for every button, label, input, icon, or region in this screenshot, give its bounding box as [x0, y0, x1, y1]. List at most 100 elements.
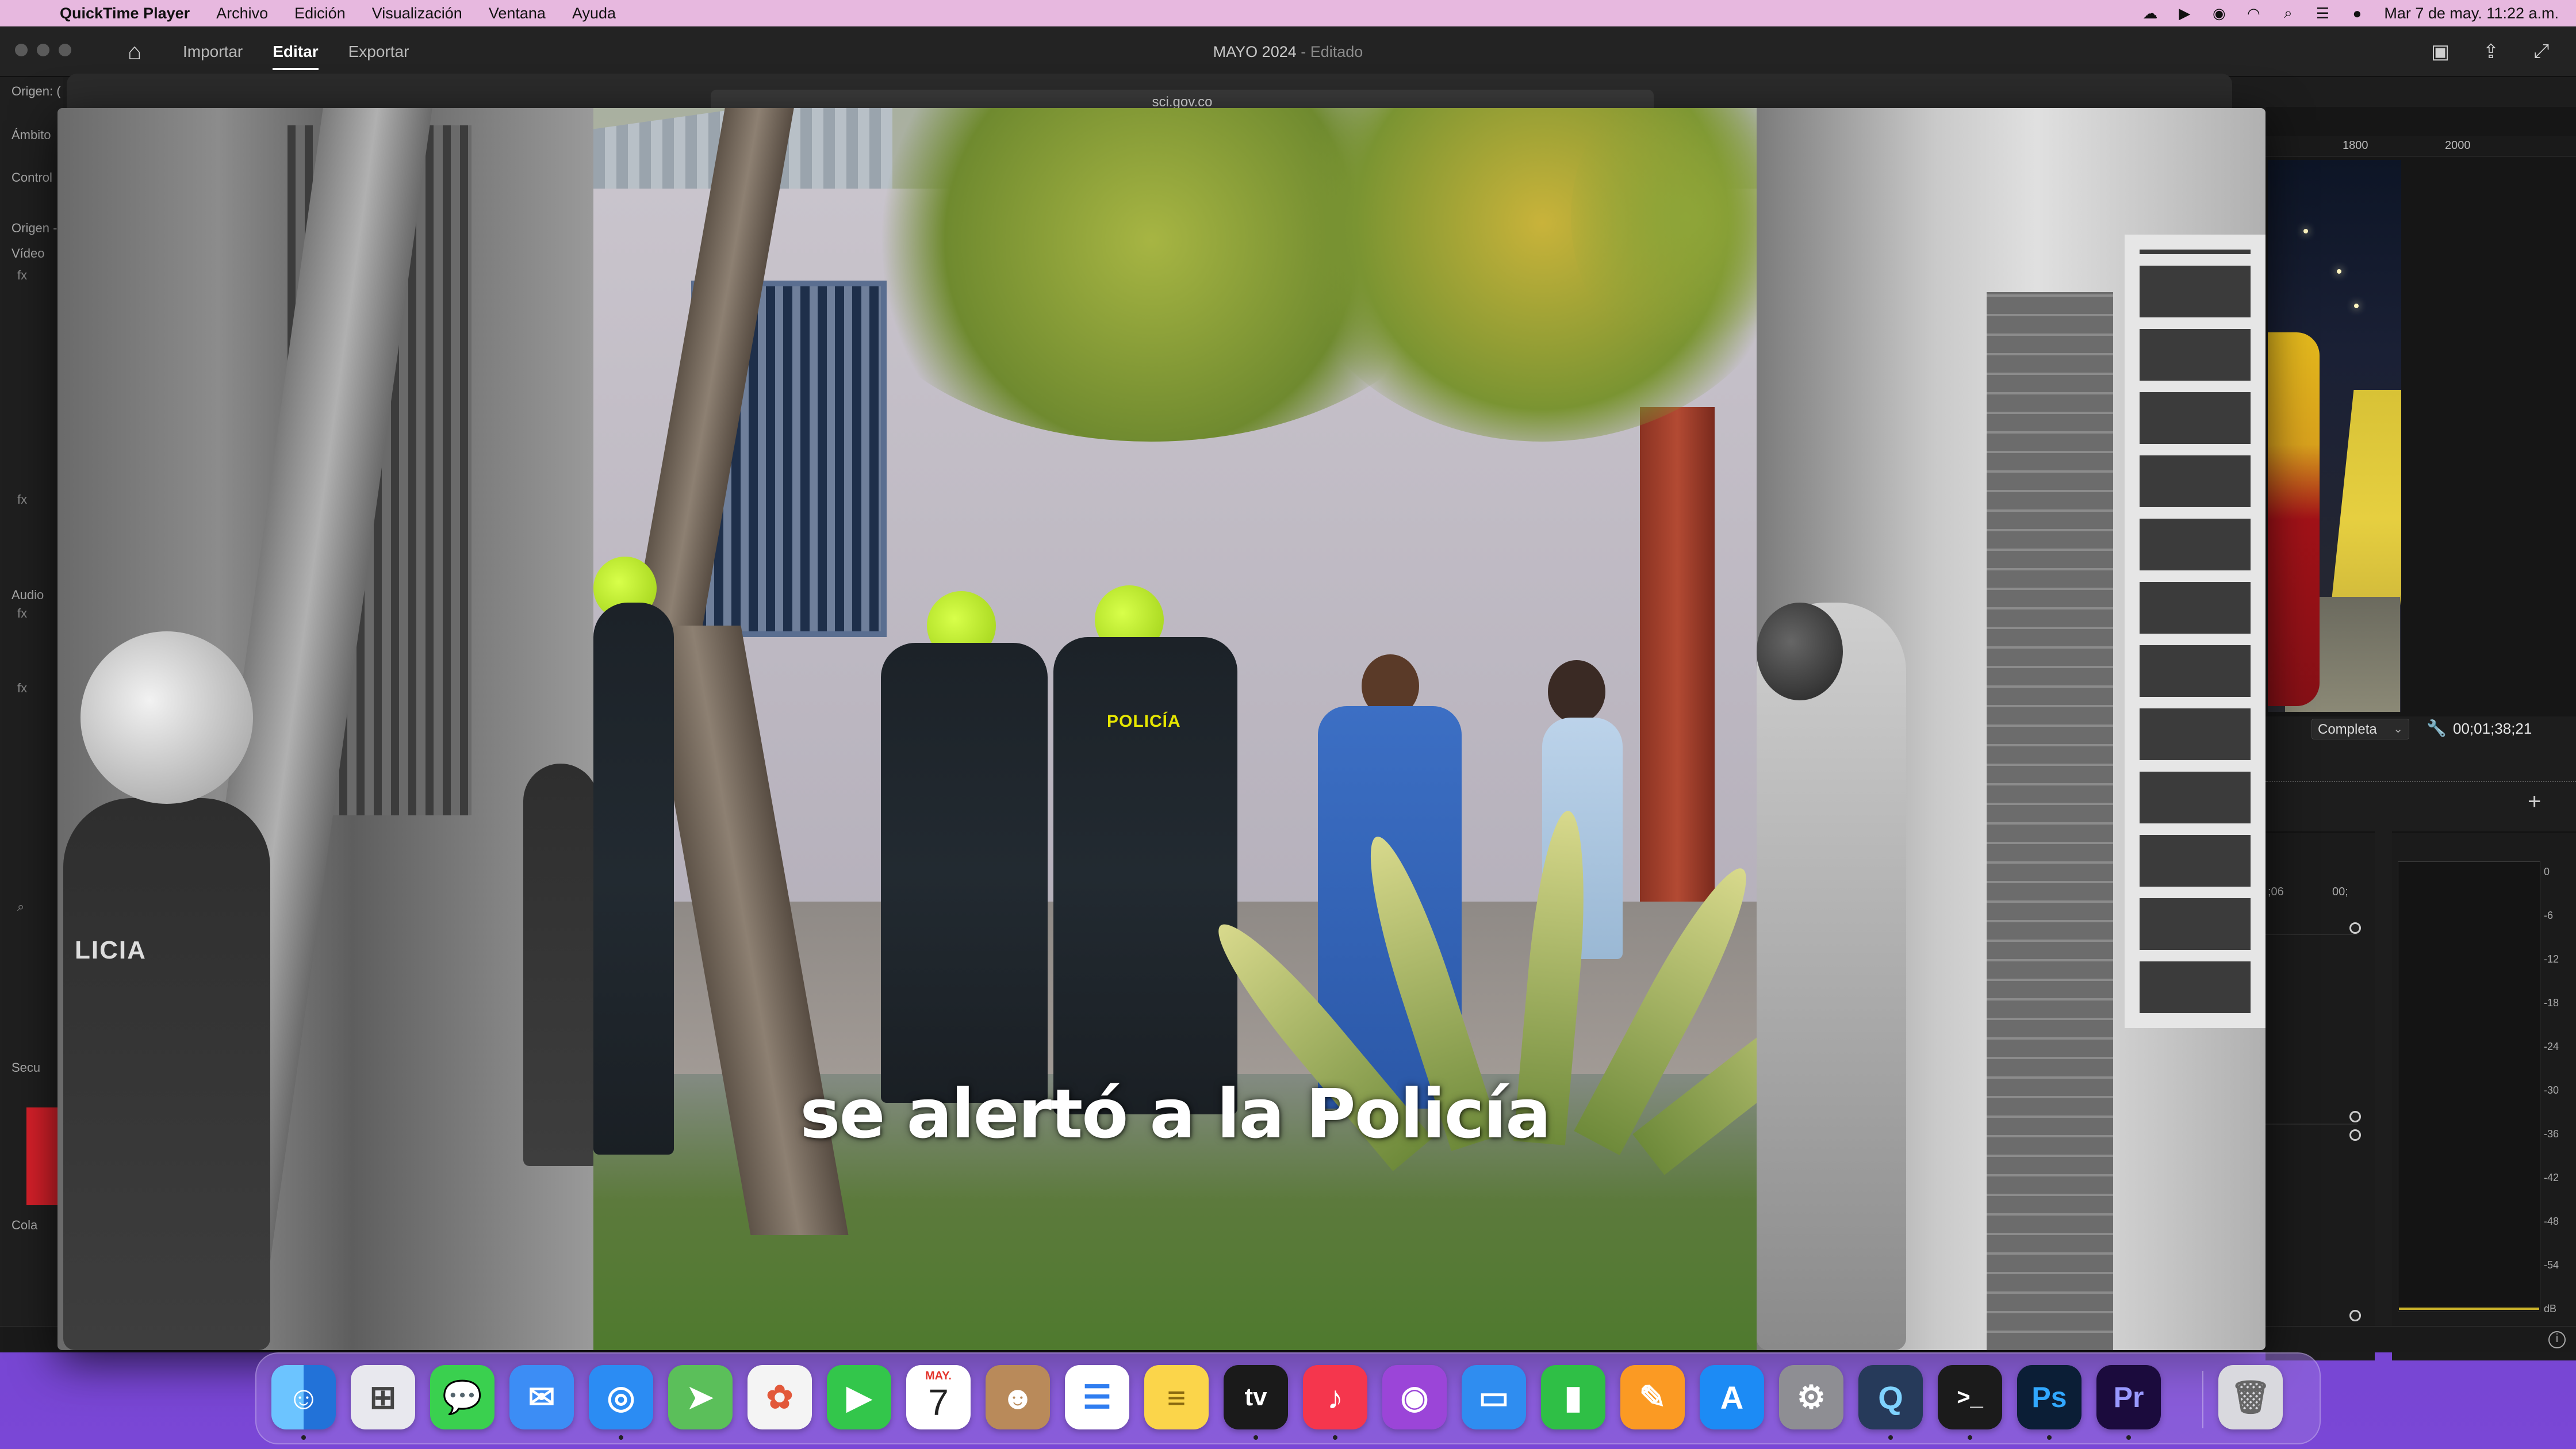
fx-icon[interactable]: fx [17, 606, 27, 621]
numbers-icon[interactable]: ▮ [1541, 1365, 1605, 1429]
podcasts-icon[interactable]: ◉ [1382, 1365, 1447, 1429]
person-in-flag-jacket [2268, 332, 2320, 706]
fx-icon[interactable]: fx [17, 268, 27, 283]
menu-archivo[interactable]: Archivo [216, 5, 268, 22]
track-height-knob[interactable] [2349, 1129, 2361, 1141]
premiere-icon[interactable]: Pr [2096, 1365, 2161, 1429]
messages-icon[interactable]: 💬 [430, 1365, 494, 1429]
meter-tick: -18 [2544, 997, 2559, 1009]
meter-tick: -54 [2544, 1259, 2559, 1271]
mail-icon[interactable]: ✉ [509, 1365, 574, 1429]
trash-icon[interactable]: 🗑 [2218, 1365, 2283, 1429]
tab-importar[interactable]: Importar [183, 43, 243, 61]
photoshop-icon[interactable]: Ps [2017, 1365, 2082, 1429]
control-label: Control [12, 170, 52, 185]
person-head [1757, 603, 1843, 700]
running-indicator [2047, 1435, 2052, 1440]
playhead-scrubber[interactable] [2266, 768, 2576, 782]
track-height-knob[interactable] [2349, 922, 2361, 934]
queue-label: Cola [12, 1218, 38, 1232]
workspace-icon[interactable]: ▣ [2429, 40, 2452, 63]
window-frame [2125, 235, 2266, 1028]
siri-icon[interactable]: ● [2347, 3, 2367, 23]
add-button[interactable]: + [2528, 789, 2541, 815]
keynote-icon[interactable]: ▭ [1462, 1365, 1526, 1429]
video-caption: se alertó a la Policía [800, 1074, 1551, 1153]
music-icon[interactable]: ♪ [1303, 1365, 1367, 1429]
zoom-select[interactable]: Completa ⌄ [2312, 719, 2409, 739]
timeline-ruler[interactable]: 1800 2000 [2266, 136, 2576, 156]
launchpad-icon[interactable]: ⊞ [351, 1365, 415, 1429]
app-menu[interactable]: QuickTime Player [60, 5, 190, 22]
running-indicator [301, 1435, 306, 1440]
title-actions: ▣ ⇪ ⤢ [2401, 40, 2553, 63]
search-icon[interactable]: ⌕ [17, 899, 24, 914]
audio-meter: 0 -6 -12 -18 -24 -30 -36 -42 -48 -54 dB … [2392, 831, 2576, 1360]
police-officer [881, 643, 1048, 1103]
running-indicator [1968, 1435, 1972, 1440]
officer-silhouette [523, 764, 593, 1166]
info-icon[interactable]: i [2548, 1331, 2566, 1348]
dock: ☺ ⊞ 💬 ✉ ◎ ➤ ✿ ▶ MAY. 7 ☻ ☰ ≡ tv ♪ ◉ ▭ ▮ … [255, 1352, 2321, 1444]
menu-ayuda[interactable]: Ayuda [572, 5, 616, 22]
menubar-clock[interactable]: Mar 7 de may. 11:22 a.m. [2384, 5, 2559, 22]
ruler-tick: 2000 [2445, 139, 2471, 152]
track-line [2266, 934, 2358, 935]
control-center-icon[interactable]: ☰ [2313, 3, 2332, 23]
premiere-titlebar: ⌂ MAYO 2024 - Editado Importar Editar Ex… [0, 26, 2576, 77]
photos-icon[interactable]: ✿ [747, 1365, 812, 1429]
brick-pillar [1640, 407, 1715, 976]
spotlight-search-icon[interactable]: ⌕ [2278, 3, 2298, 23]
app-store-icon[interactable]: A [1700, 1365, 1764, 1429]
running-indicator [619, 1435, 623, 1440]
notes-icon[interactable]: ≡ [1144, 1365, 1209, 1429]
clip-thumbnail[interactable] [26, 1107, 61, 1205]
track-height-knob[interactable] [2349, 1111, 2361, 1122]
menu-edicion[interactable]: Edición [294, 5, 346, 22]
creative-cloud-icon[interactable]: ☁ [2140, 3, 2160, 23]
apple-tv-icon[interactable]: tv [1224, 1365, 1288, 1429]
chevron-down-icon: ⌄ [2393, 723, 2403, 735]
fx-icon[interactable]: fx [17, 681, 27, 696]
meter-tick: -42 [2544, 1172, 2559, 1183]
track-height-knob[interactable] [2349, 1310, 2361, 1321]
reminders-icon[interactable]: ☰ [1065, 1365, 1129, 1429]
share-icon[interactable]: ⇪ [2479, 40, 2502, 63]
fx-icon[interactable]: fx [17, 492, 27, 507]
maps-icon[interactable]: ➤ [668, 1365, 733, 1429]
quicktime-video-window[interactable]: LICIA POLICÍA se alertó a la Policía [57, 108, 2266, 1350]
wifi-icon[interactable]: ◠ [2244, 3, 2263, 23]
calendar-icon[interactable]: MAY. 7 [906, 1365, 971, 1429]
play-status-icon[interactable]: ▶ [2175, 3, 2194, 23]
pages-icon[interactable]: ✎ [1620, 1365, 1685, 1429]
track-line [2266, 1124, 2358, 1125]
user-icon[interactable]: ◉ [2209, 3, 2229, 23]
street-lamp [2337, 269, 2341, 274]
safari-icon[interactable]: ◎ [589, 1365, 653, 1429]
police-officer [1053, 637, 1237, 1114]
menu-ventana[interactable]: Ventana [489, 5, 546, 22]
contacts-icon[interactable]: ☻ [986, 1365, 1050, 1429]
tab-exportar[interactable]: Exportar [348, 43, 409, 61]
playhead-timecode[interactable]: 00;01;38;21 [2453, 720, 2532, 738]
video-section-label: Vídeo [12, 246, 45, 260]
wrench-icon[interactable]: 🔧 [2426, 719, 2447, 738]
meter-tick: -24 [2544, 1041, 2559, 1052]
vest-label: LICIA [75, 936, 147, 964]
monitor-controls: Completa ⌄ 🔧 00;01;38;21 [2266, 716, 2576, 743]
finder-icon[interactable]: ☺ [271, 1365, 336, 1429]
running-indicator [2126, 1435, 2131, 1440]
meter-level [2399, 1308, 2539, 1310]
menu-visualizacion[interactable]: Visualización [372, 5, 462, 22]
timeline-timecode: 00; [2332, 885, 2348, 898]
helmet [80, 631, 253, 804]
calendar-day: 7 [928, 1382, 949, 1423]
tab-editar[interactable]: Editar [273, 43, 319, 70]
settings-icon[interactable]: ⚙ [1779, 1365, 1843, 1429]
fullscreen-icon[interactable]: ⤢ [2530, 40, 2553, 63]
terminal-icon[interactable]: >_ [1938, 1365, 2002, 1429]
quicktime-icon[interactable]: Q [1858, 1365, 1923, 1429]
timeline-timecode: ;06 [2268, 885, 2284, 898]
facetime-icon[interactable]: ▶ [827, 1365, 891, 1429]
officer-silhouette [63, 798, 270, 1350]
